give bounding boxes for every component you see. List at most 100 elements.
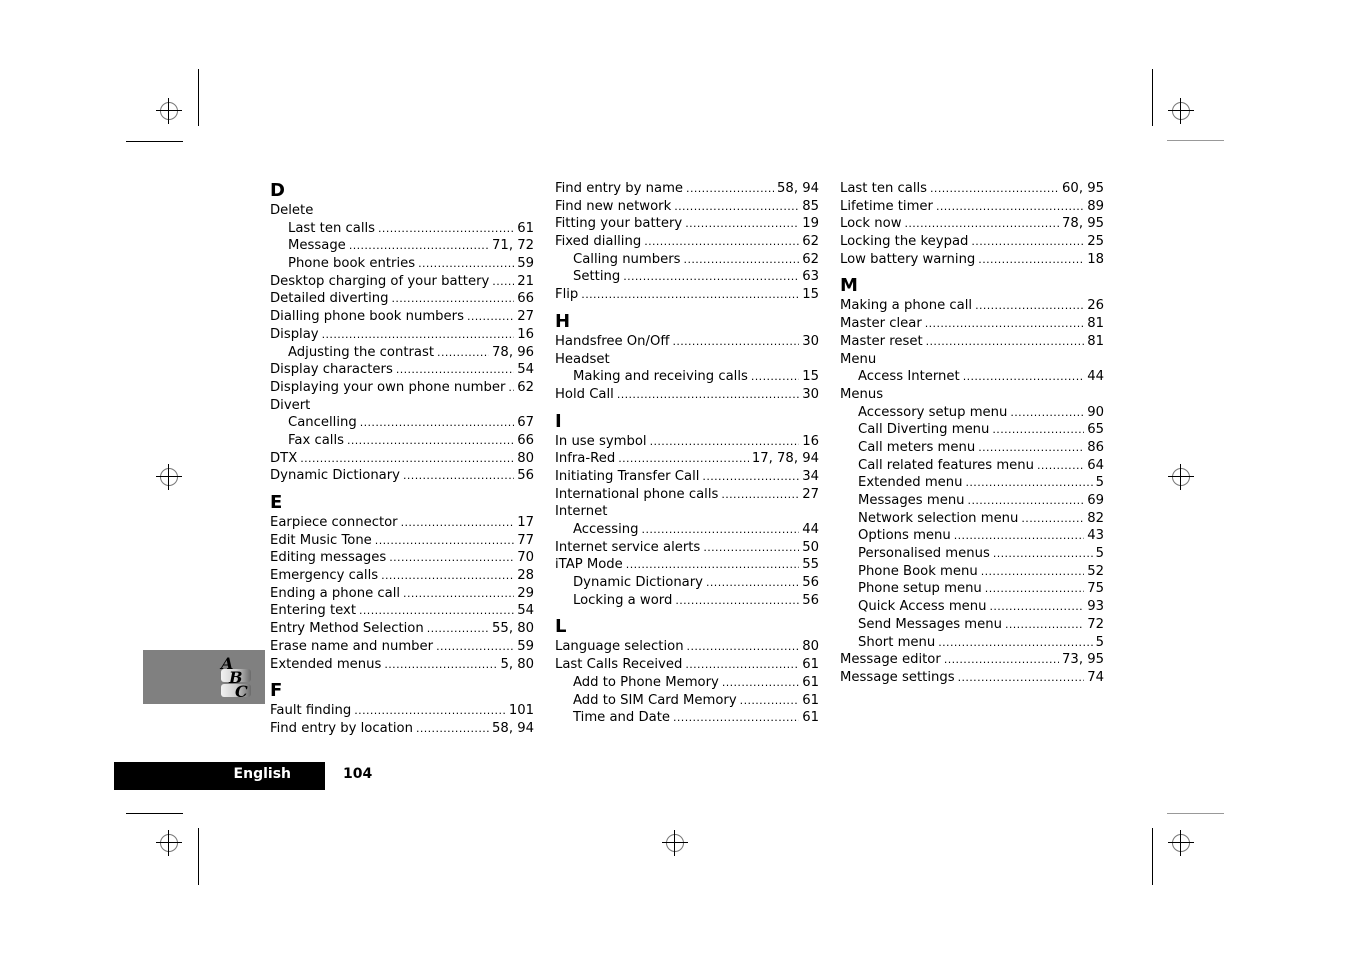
entry-text: Entering text	[270, 603, 357, 619]
dot-leader	[618, 450, 749, 468]
dot-leader	[686, 180, 774, 198]
crop-mark	[198, 828, 199, 885]
index-subentry: Short menu 5	[840, 634, 1104, 652]
page-reference: 61	[802, 657, 819, 673]
entry-text: Phone Book menu	[858, 563, 978, 579]
entry-text: Headset	[555, 351, 610, 367]
entry-text: Extended menus	[270, 656, 382, 672]
dot-leader	[381, 567, 514, 585]
dot-leader	[418, 255, 514, 273]
dot-leader	[992, 421, 1084, 439]
page-reference: 30	[802, 333, 819, 349]
entry-text: Message editor	[840, 652, 941, 668]
index-entry: Erase name and number 59	[270, 638, 534, 656]
index-entry: Find entry by location 58, 94	[270, 720, 534, 738]
index-entry: Desktop charging of your battery 21	[270, 273, 534, 291]
page-reference: 28	[517, 568, 534, 584]
entry-text: Options menu	[858, 528, 951, 544]
entry-text: Handsfree On/Off	[555, 333, 670, 349]
dot-leader	[349, 237, 489, 255]
dot-leader	[685, 656, 799, 674]
page-reference: 19	[802, 216, 819, 232]
dot-leader	[403, 585, 514, 603]
entry-text: Infra-Red	[555, 451, 616, 467]
entry-text: Erase name and number	[270, 638, 434, 654]
dot-leader	[359, 602, 514, 620]
entry-text: Calling numbers	[573, 251, 681, 267]
entry-text: Fault finding	[270, 703, 352, 719]
page-reference: 5	[1095, 546, 1104, 562]
index-entry: Edit Music Tone 77	[270, 532, 534, 550]
index-entry: Find new network 85	[555, 198, 819, 216]
page-reference: 17, 78, 94	[751, 451, 819, 467]
index-subentry: Options menu 43	[840, 527, 1104, 545]
page-reference: 90	[1087, 404, 1104, 420]
dot-leader	[492, 273, 514, 291]
page-reference: 21	[517, 273, 534, 289]
page-reference: 78, 95	[1062, 216, 1104, 232]
dot-leader	[642, 521, 800, 539]
index-entry: Message editor 73, 95	[840, 651, 1104, 669]
dot-leader	[1010, 404, 1084, 422]
dot-leader	[674, 198, 799, 216]
entry-text: Low battery warning	[840, 251, 976, 267]
index-entry: Ending a phone call 29	[270, 585, 534, 603]
entry-text: Menus	[840, 386, 884, 402]
entry-text: Message settings	[840, 669, 955, 685]
page-reference: 27	[802, 486, 819, 502]
dot-leader	[938, 634, 1092, 652]
page-reference: 56	[517, 468, 534, 484]
dot-leader	[926, 333, 1085, 351]
entry-text: Call related features menu	[858, 457, 1034, 473]
page-reference: 30	[802, 386, 819, 402]
entry-text: Call meters menu	[858, 439, 976, 455]
index-subentry: Setting 63	[555, 268, 819, 286]
entry-text: Access Internet	[858, 369, 960, 385]
dot-leader	[416, 720, 489, 738]
dot-leader	[702, 468, 799, 486]
page-reference: 16	[802, 433, 819, 449]
page-reference: 69	[1087, 493, 1104, 508]
dot-leader	[975, 297, 1084, 315]
dot-leader	[396, 361, 514, 379]
dot-leader	[508, 379, 514, 397]
dot-leader	[1021, 510, 1084, 528]
dot-leader	[389, 549, 514, 567]
entry-text: Detailed diverting	[270, 291, 389, 307]
dot-leader	[751, 368, 799, 386]
dot-leader	[675, 592, 799, 610]
index-entry: Master reset 81	[840, 333, 1104, 351]
entry-text: Find new network	[555, 198, 672, 214]
entry-text: Editing messages	[270, 550, 387, 566]
entry-text: Emergency calls	[270, 568, 379, 584]
page-reference: 64	[1087, 457, 1104, 473]
page-reference: 26	[1087, 298, 1104, 314]
page-reference: 62	[802, 251, 819, 267]
dot-leader	[981, 563, 1084, 581]
entry-text: Language selection	[555, 639, 684, 655]
index-subentry: Locking a word 56	[555, 592, 819, 610]
index-entry: Master clear 81	[840, 315, 1104, 333]
dot-leader	[384, 656, 497, 674]
index-subentry: Making and receiving calls 15	[555, 368, 819, 386]
index-entry: Handsfree On/Off 30	[555, 333, 819, 351]
dot-leader	[437, 344, 489, 362]
dot-leader	[1037, 457, 1084, 475]
dot-leader	[354, 702, 506, 720]
dot-leader	[684, 251, 800, 269]
entry-text: Internet service alerts	[555, 539, 701, 555]
page-reference: 72	[1087, 616, 1104, 632]
dot-leader	[685, 215, 799, 233]
entry-text: Find entry by name	[555, 181, 684, 196]
page-reference: 55, 80	[492, 621, 534, 637]
page-reference: 27	[517, 309, 534, 325]
dot-leader	[722, 674, 799, 692]
entry-text: Short menu	[858, 634, 936, 650]
dot-leader	[626, 556, 799, 574]
page-reference: 74	[1087, 669, 1104, 685]
entry-text: International phone calls	[555, 486, 719, 502]
page-reference: 15	[802, 369, 819, 385]
dot-leader	[375, 532, 514, 550]
dot-leader	[721, 486, 799, 504]
dot-leader	[978, 439, 1084, 457]
